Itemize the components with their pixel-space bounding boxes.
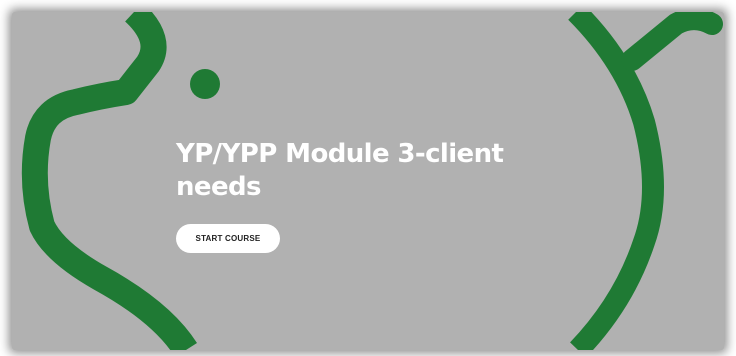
course-title: YP/YPP Module 3-client needs — [176, 139, 504, 202]
start-course-button[interactable]: START COURSE — [176, 224, 280, 253]
course-banner: YP/YPP Module 3-client needs START COURS… — [12, 12, 724, 350]
green-dot — [190, 69, 220, 99]
page-frame: YP/YPP Module 3-client needs START COURS… — [0, 0, 736, 356]
